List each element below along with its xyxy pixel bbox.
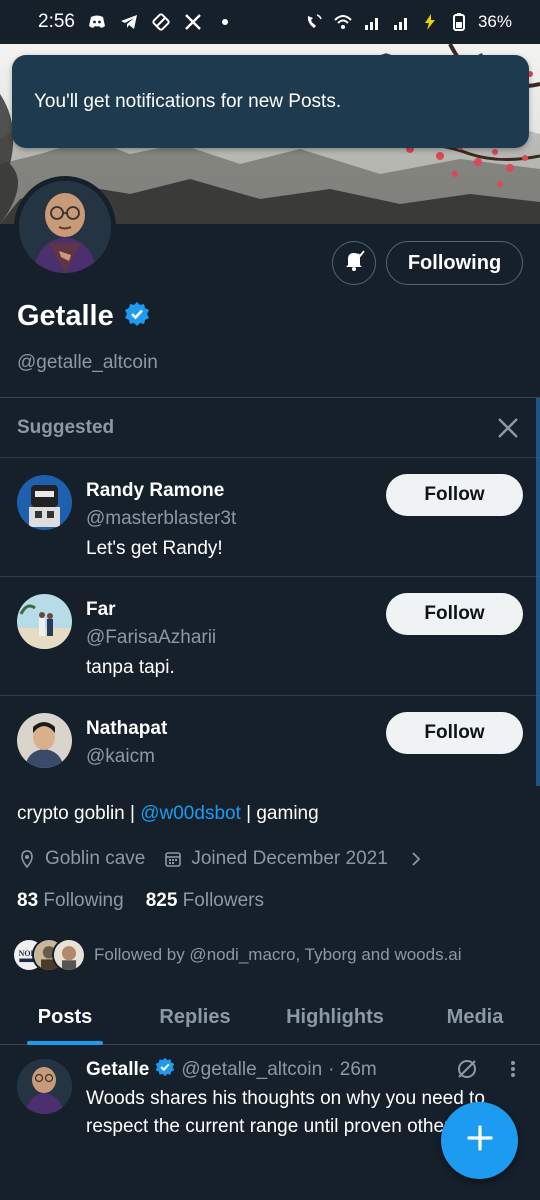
followers-label: Followers xyxy=(182,890,264,911)
chevron-right-icon[interactable] xyxy=(406,849,426,869)
suggested-header: Suggested xyxy=(0,398,540,458)
status-time: 2:56 xyxy=(38,11,75,32)
avatar[interactable] xyxy=(17,1059,72,1114)
joined-text: Joined December 2021 xyxy=(191,848,388,869)
more-options-icon[interactable] xyxy=(503,1059,523,1079)
profile-name-row: Getalle xyxy=(17,300,150,333)
post-time: · 26m xyxy=(328,1059,377,1080)
battery-saver-icon xyxy=(420,12,440,32)
verified-badge-icon xyxy=(155,1057,175,1083)
suggested-title: Suggested xyxy=(17,416,115,438)
profile-tabs: Posts Replies Highlights Media xyxy=(0,990,540,1045)
profile-name: Getalle xyxy=(17,300,114,332)
suggested-panel: Suggested Randy Ramone @masterblaster3t … xyxy=(0,398,540,786)
suggested-name[interactable]: Far xyxy=(86,599,116,621)
suggested-user[interactable]: Nathapat @kaicm Follow xyxy=(0,696,540,815)
followers-count-link[interactable]: 825 Followers xyxy=(146,890,264,912)
battery-icon xyxy=(449,12,469,32)
suggested-name[interactable]: Randy Ramone xyxy=(86,480,224,502)
post-author-handle: @getalle_altcoin xyxy=(181,1059,323,1080)
status-bar: 2:56 36% xyxy=(0,0,540,44)
bio-text-end: | gaming xyxy=(240,803,319,824)
followers-count: 825 xyxy=(145,890,178,911)
bell-check-icon xyxy=(342,249,366,278)
crypto-app-icon xyxy=(151,12,171,32)
follow-button[interactable]: Follow xyxy=(386,474,523,516)
profile-meta: Goblin cave Joined December 2021 xyxy=(17,848,434,870)
scrollbar[interactable] xyxy=(536,398,540,786)
tab-posts[interactable]: Posts xyxy=(0,990,130,1045)
suggested-handle: @kaicm xyxy=(86,746,155,767)
telegram-icon xyxy=(119,12,139,32)
followed-by[interactable]: NODI Followed by @nodi_macro, Tyborg and… xyxy=(12,938,462,972)
following-label: Following xyxy=(43,890,124,911)
followed-by-text: Followed by @nodi_macro, Tyborg and wood… xyxy=(94,945,462,964)
bio-text: crypto goblin | xyxy=(17,803,141,824)
tab-replies[interactable]: Replies xyxy=(130,990,260,1045)
suggested-bio: tanpa tapi. xyxy=(86,657,175,678)
x-icon xyxy=(183,12,203,32)
suggested-handle: @masterblaster3t xyxy=(86,508,237,529)
profile-avatar[interactable] xyxy=(14,176,116,278)
follow-counts: 83 Following 825 Followers xyxy=(17,890,264,912)
suggested-user[interactable]: Far @FarisaAzharii tanpa tapi. Follow xyxy=(0,577,540,696)
location-icon xyxy=(17,849,37,869)
notification-toast[interactable]: You'll get notifications for new Posts. xyxy=(12,55,529,148)
verified-badge-icon xyxy=(124,301,150,332)
suggested-name[interactable]: Nathapat xyxy=(86,718,167,740)
grok-icon[interactable] xyxy=(455,1057,479,1081)
profile-handle: @getalle_altcoin xyxy=(17,352,158,373)
suggested-user[interactable]: Randy Ramone @masterblaster3t Let's get … xyxy=(0,458,540,577)
profile-bio: crypto goblin | @w00dsbot | gaming xyxy=(17,803,319,825)
follow-button[interactable]: Follow xyxy=(386,712,523,754)
following-count: 83 xyxy=(17,890,39,911)
calendar-icon xyxy=(163,849,183,869)
suggested-bio: Let's get Randy! xyxy=(86,538,223,559)
avatar[interactable] xyxy=(17,475,72,530)
compose-post-button[interactable] xyxy=(441,1102,518,1179)
discord-icon xyxy=(87,12,107,32)
avatar xyxy=(52,938,86,972)
signal-icon-2 xyxy=(391,12,411,32)
wifi-icon xyxy=(333,12,353,32)
post-header: Getalle @getalle_altcoin · 26m xyxy=(86,1057,377,1083)
suggested-handle: @FarisaAzharii xyxy=(86,627,217,648)
tab-highlights[interactable]: Highlights xyxy=(260,990,410,1045)
signal-icon xyxy=(362,12,382,32)
wifi-call-icon xyxy=(304,12,324,32)
notification-bell-button[interactable] xyxy=(332,241,376,285)
following-button[interactable]: Following xyxy=(386,241,523,285)
location-text: Goblin cave xyxy=(45,848,146,869)
followed-by-avatars: NODI xyxy=(12,938,86,972)
follow-button[interactable]: Follow xyxy=(386,593,523,635)
dot-icon xyxy=(215,12,235,32)
avatar[interactable] xyxy=(17,713,72,768)
close-icon[interactable] xyxy=(496,416,520,440)
following-count-link[interactable]: 83 Following xyxy=(17,890,124,912)
tab-media[interactable]: Media xyxy=(410,990,540,1045)
battery-percent: 36% xyxy=(477,12,512,31)
post-author-name[interactable]: Getalle xyxy=(86,1059,149,1081)
toast-message: You'll get notifications for new Posts. xyxy=(34,90,342,112)
avatar[interactable] xyxy=(17,594,72,649)
plus-icon xyxy=(465,1123,495,1158)
bio-mention-link[interactable]: @w00dsbot xyxy=(140,803,241,824)
